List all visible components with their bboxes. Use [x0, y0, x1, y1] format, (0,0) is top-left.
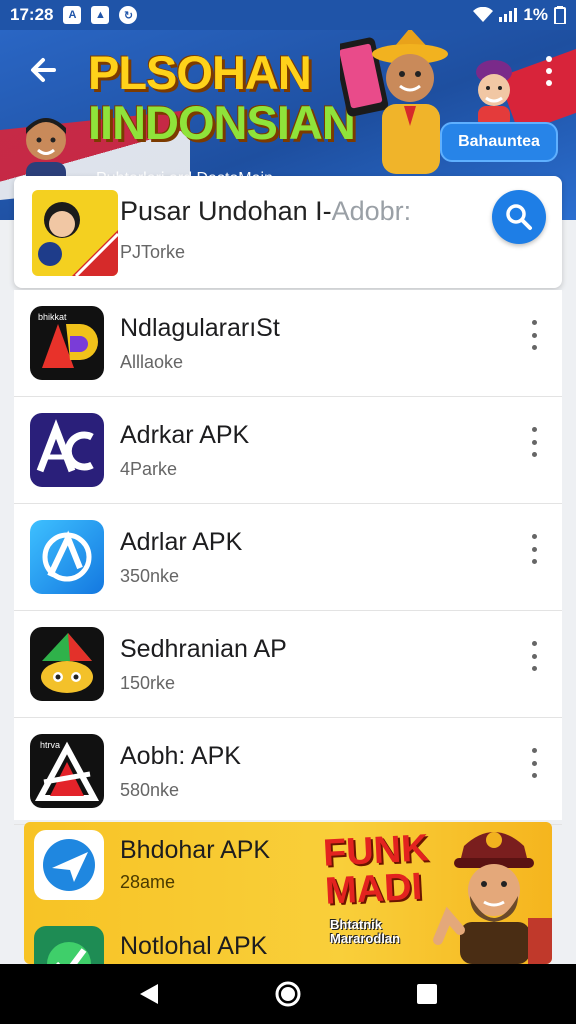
promo-banner[interactable]: Bhdohar APK 28ame Notlohal APK FUNK MADI… — [24, 822, 552, 964]
promo-list-item[interactable]: Bhdohar APK 28ame — [24, 822, 324, 918]
notification-image-icon: ▲ — [91, 6, 110, 24]
promo-title-line2: MADI — [323, 865, 424, 913]
status-bar: 17:28 A ▲ ↻ 1% — [0, 0, 576, 30]
a-logo-red-icon: htrva — [30, 734, 104, 808]
more-options-icon[interactable] — [530, 427, 538, 457]
check-logo-green-icon — [34, 926, 104, 964]
a-logo-blue-icon — [30, 520, 104, 594]
app-list: bhikkat NdlagulararıSt Alllaoke Adrkar A… — [14, 290, 562, 825]
wifi-icon — [473, 7, 494, 22]
banner-title-line2: IINDONSIAN — [88, 96, 356, 149]
nav-home-icon[interactable] — [266, 972, 310, 1016]
app-name: NdlagulararıSt — [120, 314, 280, 342]
app-name: Adrlar APK — [120, 528, 243, 556]
status-time: 17:28 — [10, 5, 54, 24]
small-character-illustration — [476, 60, 512, 128]
list-item[interactable]: Sedhranian AP 150rke — [14, 611, 562, 718]
app-name: Notlohal APK — [120, 932, 268, 960]
nav-back-icon[interactable] — [127, 972, 171, 1016]
more-options-icon[interactable] — [530, 748, 538, 778]
promo-list-item[interactable]: Notlohal APK — [24, 918, 324, 964]
search-thumbnail-icon — [32, 190, 118, 276]
promo-character-illustration — [433, 832, 552, 964]
app-name: Bhdohar APK — [120, 836, 271, 864]
promo-title: FUNK MADI — [322, 827, 431, 913]
more-options-icon[interactable] — [530, 534, 538, 564]
overflow-menu-icon[interactable] — [544, 56, 554, 86]
search-icon — [506, 204, 532, 230]
list-item[interactable]: Adrlar APK 350nke — [14, 504, 562, 611]
notification-a-icon: A — [63, 6, 82, 24]
svg-text:htrva: htrva — [40, 740, 60, 750]
list-item[interactable]: bhikkat NdlagulararıSt Alllaoke — [14, 290, 562, 397]
banner-title-line1: PLSOHAN — [88, 46, 312, 99]
app-meta: 28ame — [120, 872, 176, 892]
app-meta: 350nke — [120, 566, 180, 586]
app-meta: 150rke — [120, 673, 176, 693]
ac-logo-purple-icon — [30, 413, 104, 487]
notification-sync-icon: ↻ — [119, 6, 138, 24]
search-card[interactable]: Pusar Undohan I-Adobr: PJTorke — [14, 176, 562, 288]
promo-caption-line1: Bhtatnik — [330, 917, 382, 932]
more-options-icon[interactable] — [530, 320, 538, 350]
svg-text:bhikkat: bhikkat — [38, 312, 67, 322]
battery-icon — [554, 6, 566, 24]
battery-level: 1% — [523, 5, 548, 24]
search-button[interactable] — [492, 190, 546, 244]
ap-logo-dark-icon: bhikkat — [30, 306, 104, 380]
search-query-hint: Adobr: — [331, 196, 412, 226]
green-hat-mascot-icon — [30, 627, 104, 701]
list-item[interactable]: Adrkar APK 4Parke — [14, 397, 562, 504]
app-meta: 580nke — [120, 780, 180, 800]
app-name: Aobh: APK — [120, 742, 241, 770]
promo-caption-line2: Mararodlan — [330, 931, 401, 946]
banner-title: PLSOHAN IINDONSIAN — [88, 46, 356, 149]
list-item[interactable]: htrva Aobh: APK 580nke — [14, 718, 562, 825]
more-options-icon[interactable] — [530, 641, 538, 671]
banner-action-button[interactable]: Bahauntea — [440, 122, 558, 162]
promo-caption: Bhtatnik Mararodlan — [330, 918, 400, 946]
back-arrow-icon[interactable] — [24, 50, 64, 90]
app-meta: Alllaoke — [120, 352, 184, 372]
nav-recents-icon[interactable] — [405, 972, 449, 1016]
search-query[interactable]: Pusar Undohan I-Adobr: — [120, 196, 411, 227]
search-subtext: PJTorke — [120, 242, 186, 262]
plane-logo-blue-icon — [34, 830, 104, 900]
app-name: Sedhranian AP — [120, 635, 287, 663]
system-nav-bar — [0, 964, 576, 1024]
search-query-text: Pusar Undohan I- — [120, 196, 332, 226]
signal-icon — [499, 8, 518, 22]
app-name: Adrkar APK — [120, 421, 250, 449]
app-meta: 4Parke — [120, 459, 178, 479]
